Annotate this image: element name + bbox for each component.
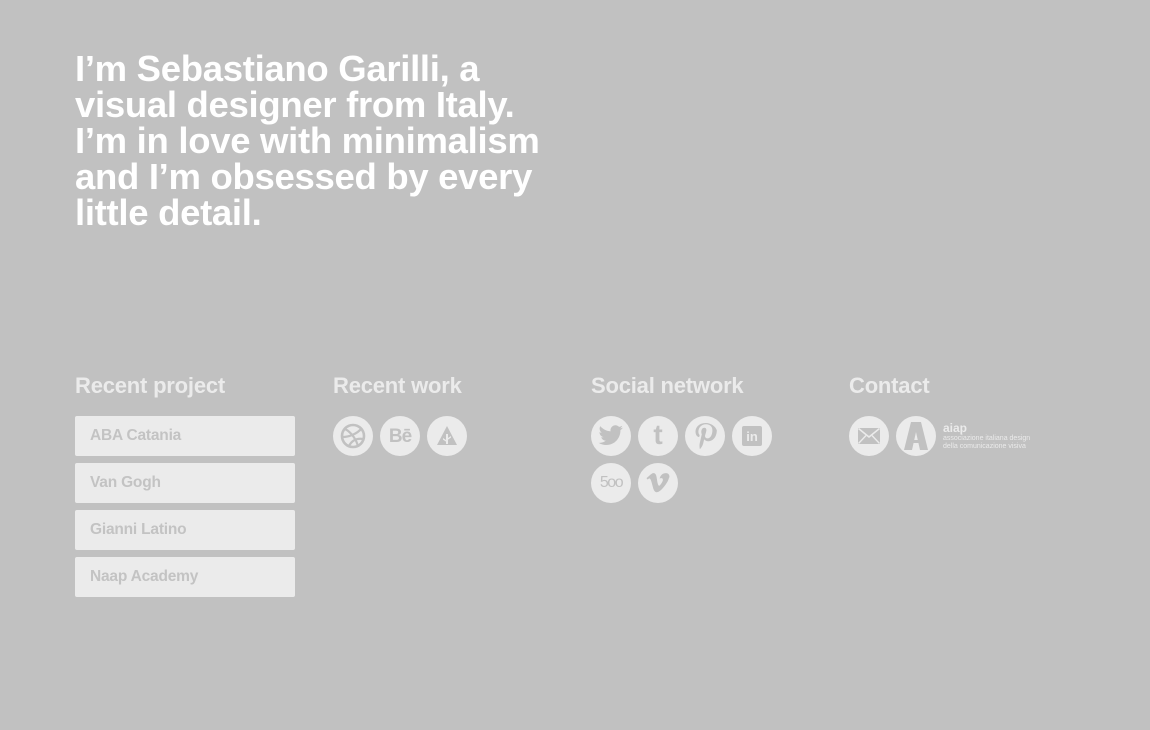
forrst-icon[interactable] (427, 416, 467, 456)
twitter-icon[interactable] (591, 416, 631, 456)
page: I’m Sebastiano Garilli, a visual designe… (0, 0, 1150, 730)
recent-project-section: Recent project ABA Catania Van Gogh Gian… (75, 372, 315, 604)
linkedin-glyph: in (746, 428, 758, 444)
aiap-link[interactable]: aiap associazione italiana design della … (896, 416, 1030, 456)
project-button-naap-academy[interactable]: Naap Academy (75, 557, 295, 597)
contact-section: Contact aiap associazione italiana desig… (849, 372, 1089, 456)
linkedin-icon[interactable]: in (732, 416, 772, 456)
behance-glyph: Bē (388, 425, 412, 447)
linkedin-box: in (742, 426, 762, 446)
aiap-subtitle-1: associazione italiana design (943, 434, 1031, 442)
project-button-gianni-latino[interactable]: Gianni Latino (75, 510, 295, 550)
aiap-logo-icon (896, 416, 936, 456)
project-button-aba-catania[interactable]: ABA Catania (75, 416, 295, 456)
aiap-subtitle-2: della comunicazione visiva (943, 442, 1026, 450)
vimeo-icon[interactable] (638, 463, 678, 503)
social-icons: t in 5oo (591, 416, 791, 503)
tumblr-glyph: t (653, 418, 663, 450)
aiap-name: aiap (943, 420, 968, 435)
intro-text: I’m Sebastiano Garilli, a visual designe… (75, 48, 545, 233)
recent-work-heading: Recent work (333, 373, 462, 398)
500px-icon[interactable]: 5oo (591, 463, 631, 503)
social-network-heading: Social network (591, 373, 744, 398)
intro-line-2: I’m in love with minimalism and I’m obse… (75, 120, 540, 233)
mail-icon[interactable] (849, 416, 889, 456)
contact-icons: aiap associazione italiana design della … (849, 416, 1089, 456)
intro-line-1: I’m Sebastiano Garilli, a visual designe… (75, 48, 515, 125)
social-network-section: Social network t in 5oo (591, 372, 831, 503)
recent-work-section: Recent work Bē (333, 372, 573, 456)
recent-work-icons: Bē (333, 416, 533, 456)
pinterest-icon[interactable] (685, 416, 725, 456)
project-button-van-gogh[interactable]: Van Gogh (75, 463, 295, 503)
contact-heading: Contact (849, 373, 930, 398)
500px-glyph: 5oo (599, 474, 624, 491)
aiap-text: aiap associazione italiana design della … (943, 420, 1031, 451)
dribbble-icon[interactable] (333, 416, 373, 456)
recent-project-heading: Recent project (75, 373, 226, 398)
behance-icon[interactable]: Bē (380, 416, 420, 456)
tumblr-icon[interactable]: t (638, 416, 678, 456)
